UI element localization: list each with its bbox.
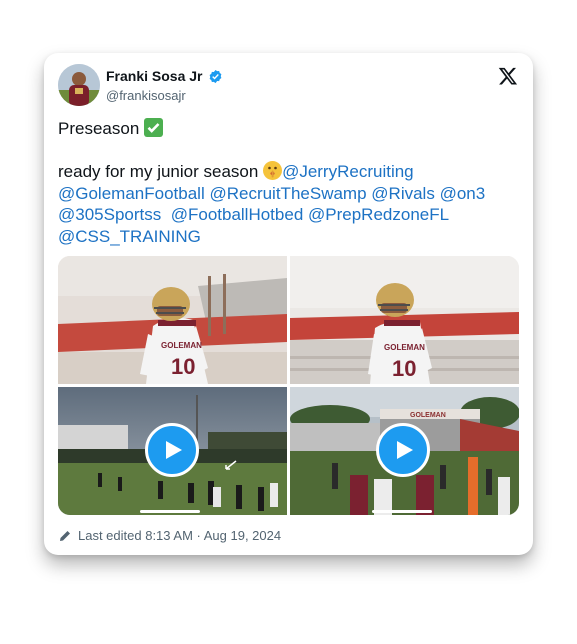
tweet-card: Franki Sosa Jr @frankisosajr Preseason r… (44, 53, 533, 555)
media-grid: GOLEMAN 10 GOLEMAN 10 GOLEMAN (58, 256, 519, 515)
author-name[interactable]: Franki Sosa Jr (106, 68, 203, 84)
verified-badge-icon (209, 69, 221, 83)
check-mark-emoji-icon (144, 118, 164, 137)
author-handle[interactable]: @frankisosajr (106, 88, 186, 103)
play-button[interactable] (376, 423, 430, 477)
mention-link[interactable]: @on3 (440, 184, 486, 203)
jersey-number: 10 (392, 356, 416, 381)
mention-link[interactable]: @PrepRedzoneFL (308, 205, 449, 224)
photo-player-stance[interactable]: GOLEMAN 10 (58, 256, 287, 384)
jersey-number: 10 (171, 354, 195, 379)
stadium-sign: GOLEMAN (410, 412, 446, 419)
tweet-line-2: ready for my junior season @JerryRecruit… (58, 161, 486, 246)
video-sideline-game[interactable] (58, 387, 287, 515)
photo-player-standing[interactable]: GOLEMAN 10 (290, 256, 519, 384)
jersey-text: GOLEMAN (384, 343, 425, 352)
play-icon (397, 441, 413, 459)
mention-link[interactable]: @CSS_TRAINING (58, 227, 201, 246)
tweet-line-1: Preseason (58, 118, 520, 140)
shushing-face-emoji-icon (263, 161, 283, 180)
mention-link[interactable]: @Rivals (371, 184, 435, 203)
tweet-text: Preseason ready for my junior season @Je… (58, 118, 520, 247)
mention-link[interactable]: @305Sportss (58, 205, 161, 224)
last-edited-text: Last edited 8:13 AM · Aug 19, 2024 (78, 528, 282, 543)
avatar[interactable] (58, 64, 100, 106)
jersey-text: GOLEMAN (161, 341, 202, 350)
mention-link[interactable]: @GolemanFootball (58, 184, 205, 203)
mention-link[interactable]: @JerryRecruiting (282, 162, 414, 181)
pencil-icon (60, 530, 70, 541)
video-stadium-game[interactable]: GOLEMAN (290, 387, 519, 515)
mention-link[interactable]: @FootballHotbed (171, 205, 304, 224)
x-logo-icon[interactable] (498, 66, 518, 86)
edit-info[interactable]: Last edited 8:13 AM · Aug 19, 2024 (58, 528, 281, 543)
play-button[interactable] (145, 423, 199, 477)
play-icon (166, 441, 182, 459)
mention-link[interactable]: @RecruitTheSwamp (209, 184, 366, 203)
